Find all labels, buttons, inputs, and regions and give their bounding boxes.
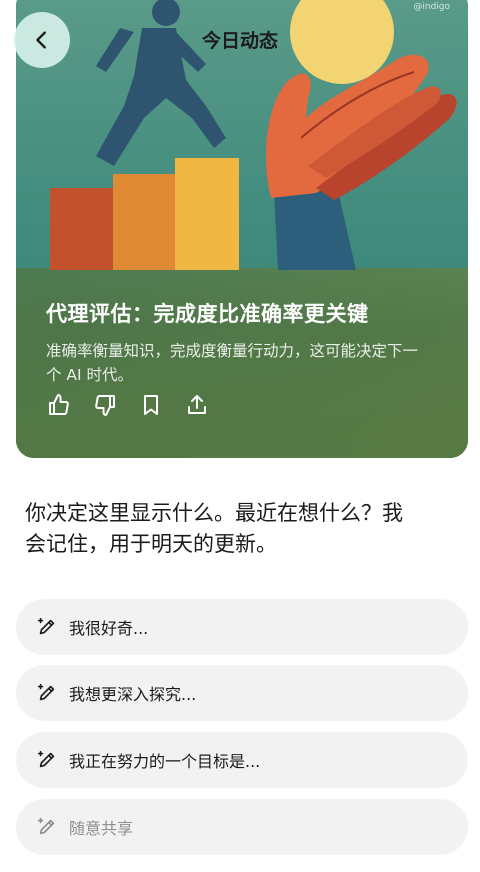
suggestion-label: 我正在努力的一个目标是... — [69, 752, 261, 771]
suggestion-curious[interactable]: 我很好奇... — [16, 599, 468, 655]
thumbs-up-icon[interactable] — [44, 390, 74, 420]
pencil-sparkle-icon — [35, 815, 59, 839]
page-title: 今日动态 — [201, 30, 278, 52]
prompt-text: 你决定这里显示什么。最近在想什么？我会记住，用于明天的更新。 — [25, 501, 403, 556]
suggestion-label: 随意共享 — [69, 819, 134, 838]
suggestion-explore[interactable]: 我想更深入探究... — [16, 665, 468, 721]
card-title: 代理评估：完成度比准确率更关键 — [46, 302, 369, 326]
card-action-bar — [44, 390, 212, 420]
page: @indigo 代理评估：完成度比准确率更关键 准确率衡量知识，完成度衡量行动力… — [0, 0, 480, 872]
card-subtitle: 准确率衡量知识，完成度衡量行动力，这可能决定下一个 AI 时代。 — [46, 342, 419, 384]
suggestion-goal[interactable]: 我正在努力的一个目标是... — [16, 732, 468, 788]
watermark: @indigo — [413, 2, 450, 12]
suggestion-free-share[interactable]: 随意共享 — [16, 799, 468, 855]
bookmark-icon[interactable] — [136, 390, 166, 420]
suggestion-label: 我很好奇... — [69, 619, 149, 638]
thumbs-down-icon[interactable] — [90, 390, 120, 420]
pencil-sparkle-icon — [35, 615, 59, 639]
news-card[interactable]: @indigo 代理评估：完成度比准确率更关键 准确率衡量知识，完成度衡量行动力… — [16, 0, 468, 458]
suggestion-label: 我想更深入探究... — [69, 685, 197, 704]
pencil-sparkle-icon — [35, 748, 59, 772]
share-icon[interactable] — [182, 390, 212, 420]
pencil-sparkle-icon — [35, 681, 59, 705]
